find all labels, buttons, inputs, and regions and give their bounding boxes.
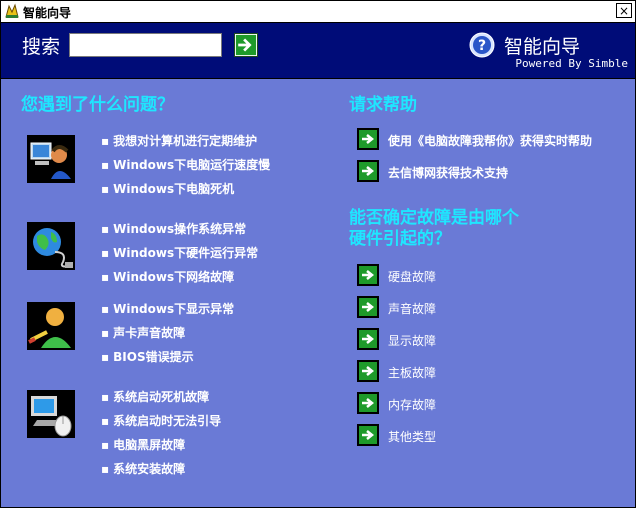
arrow-right-icon[interactable] bbox=[357, 296, 379, 318]
problems-title: 您遇到了什么问题？ bbox=[21, 95, 174, 115]
user-display-icon bbox=[27, 302, 75, 350]
hardware-link[interactable]: 显示故障 bbox=[388, 334, 436, 348]
title-bar: 智能向导 × bbox=[1, 1, 635, 23]
globe-network-icon bbox=[27, 222, 75, 270]
wizard-window: 智能向导 × 搜索 ? 智能向导 Powered By Simble 您遇到了什… bbox=[0, 0, 636, 508]
problem-link[interactable]: ▪ 电脑黑屏故障 bbox=[101, 438, 185, 452]
problem-link[interactable]: ▪ Windows下电脑运行速度慢 bbox=[101, 158, 270, 172]
problem-link[interactable]: ▪ Windows下显示异常 bbox=[101, 302, 234, 316]
problem-link[interactable]: ▪ Windows下电脑死机 bbox=[101, 182, 234, 196]
hardware-title-line2: 硬件引起的？ bbox=[349, 229, 451, 249]
problem-link[interactable]: ▪ BIOS错误提示 bbox=[101, 350, 194, 364]
hardware-link[interactable]: 硬盘故障 bbox=[388, 270, 436, 284]
problem-link[interactable]: ▪ 声卡声音故障 bbox=[101, 326, 185, 340]
search-go-button[interactable] bbox=[234, 33, 258, 57]
problem-link[interactable]: ▪ Windows下网络故障 bbox=[101, 270, 234, 284]
arrow-right-icon[interactable] bbox=[357, 128, 379, 150]
user-computer-icon bbox=[27, 135, 75, 183]
main-panel: 您遇到了什么问题？ ▪ 我想对计算机进行定期维护 ▪ Windows下电脑运行速度慢… bbox=[1, 79, 635, 507]
svg-text:?: ? bbox=[478, 38, 486, 54]
arrow-right-icon[interactable] bbox=[357, 160, 379, 182]
hardware-link[interactable]: 内存故障 bbox=[388, 398, 436, 412]
help-link[interactable]: 使用《电脑故障我帮你》获得实时帮助 bbox=[388, 134, 592, 148]
problem-link[interactable]: ▪ 系统启动时无法引导 bbox=[101, 414, 221, 428]
arrow-right-icon[interactable] bbox=[357, 264, 379, 286]
hardware-link[interactable]: 主板故障 bbox=[388, 366, 436, 380]
problem-link[interactable]: ▪ Windows下硬件运行异常 bbox=[101, 246, 258, 260]
search-input[interactable] bbox=[69, 33, 222, 57]
powered-by-text: Powered By Simble bbox=[515, 57, 628, 70]
arrow-right-icon[interactable] bbox=[357, 328, 379, 350]
problem-link[interactable]: ▪ 系统启动死机故障 bbox=[101, 390, 209, 404]
brand-title: 智能向导 bbox=[504, 36, 581, 58]
problem-link[interactable]: ▪ Windows操作系统异常 bbox=[101, 222, 246, 236]
problem-link[interactable]: ▪ 我想对计算机进行定期维护 bbox=[101, 134, 257, 148]
hardware-title-line1: 能否确定故障是由哪个 bbox=[349, 208, 519, 228]
arrow-right-icon[interactable] bbox=[357, 392, 379, 414]
hardware-link[interactable]: 声音故障 bbox=[388, 302, 436, 316]
problem-link[interactable]: ▪ 系统安装故障 bbox=[101, 462, 185, 476]
help-title: 请求帮助 bbox=[349, 95, 417, 115]
help-icon[interactable]: ? bbox=[469, 32, 495, 58]
hardware-link[interactable]: 其他类型 bbox=[388, 430, 436, 444]
search-label: 搜索 bbox=[22, 36, 61, 58]
arrow-right-icon[interactable] bbox=[357, 424, 379, 446]
help-link[interactable]: 去信博网获得技术支持 bbox=[388, 166, 508, 180]
close-button[interactable]: × bbox=[616, 3, 632, 18]
header-bar: 搜索 ? 智能向导 Powered By Simble bbox=[1, 23, 635, 79]
computer-mouse-icon bbox=[27, 390, 75, 438]
app-logo-icon bbox=[5, 3, 19, 18]
arrow-right-icon[interactable] bbox=[357, 360, 379, 382]
window-title: 智能向导 bbox=[23, 6, 72, 20]
